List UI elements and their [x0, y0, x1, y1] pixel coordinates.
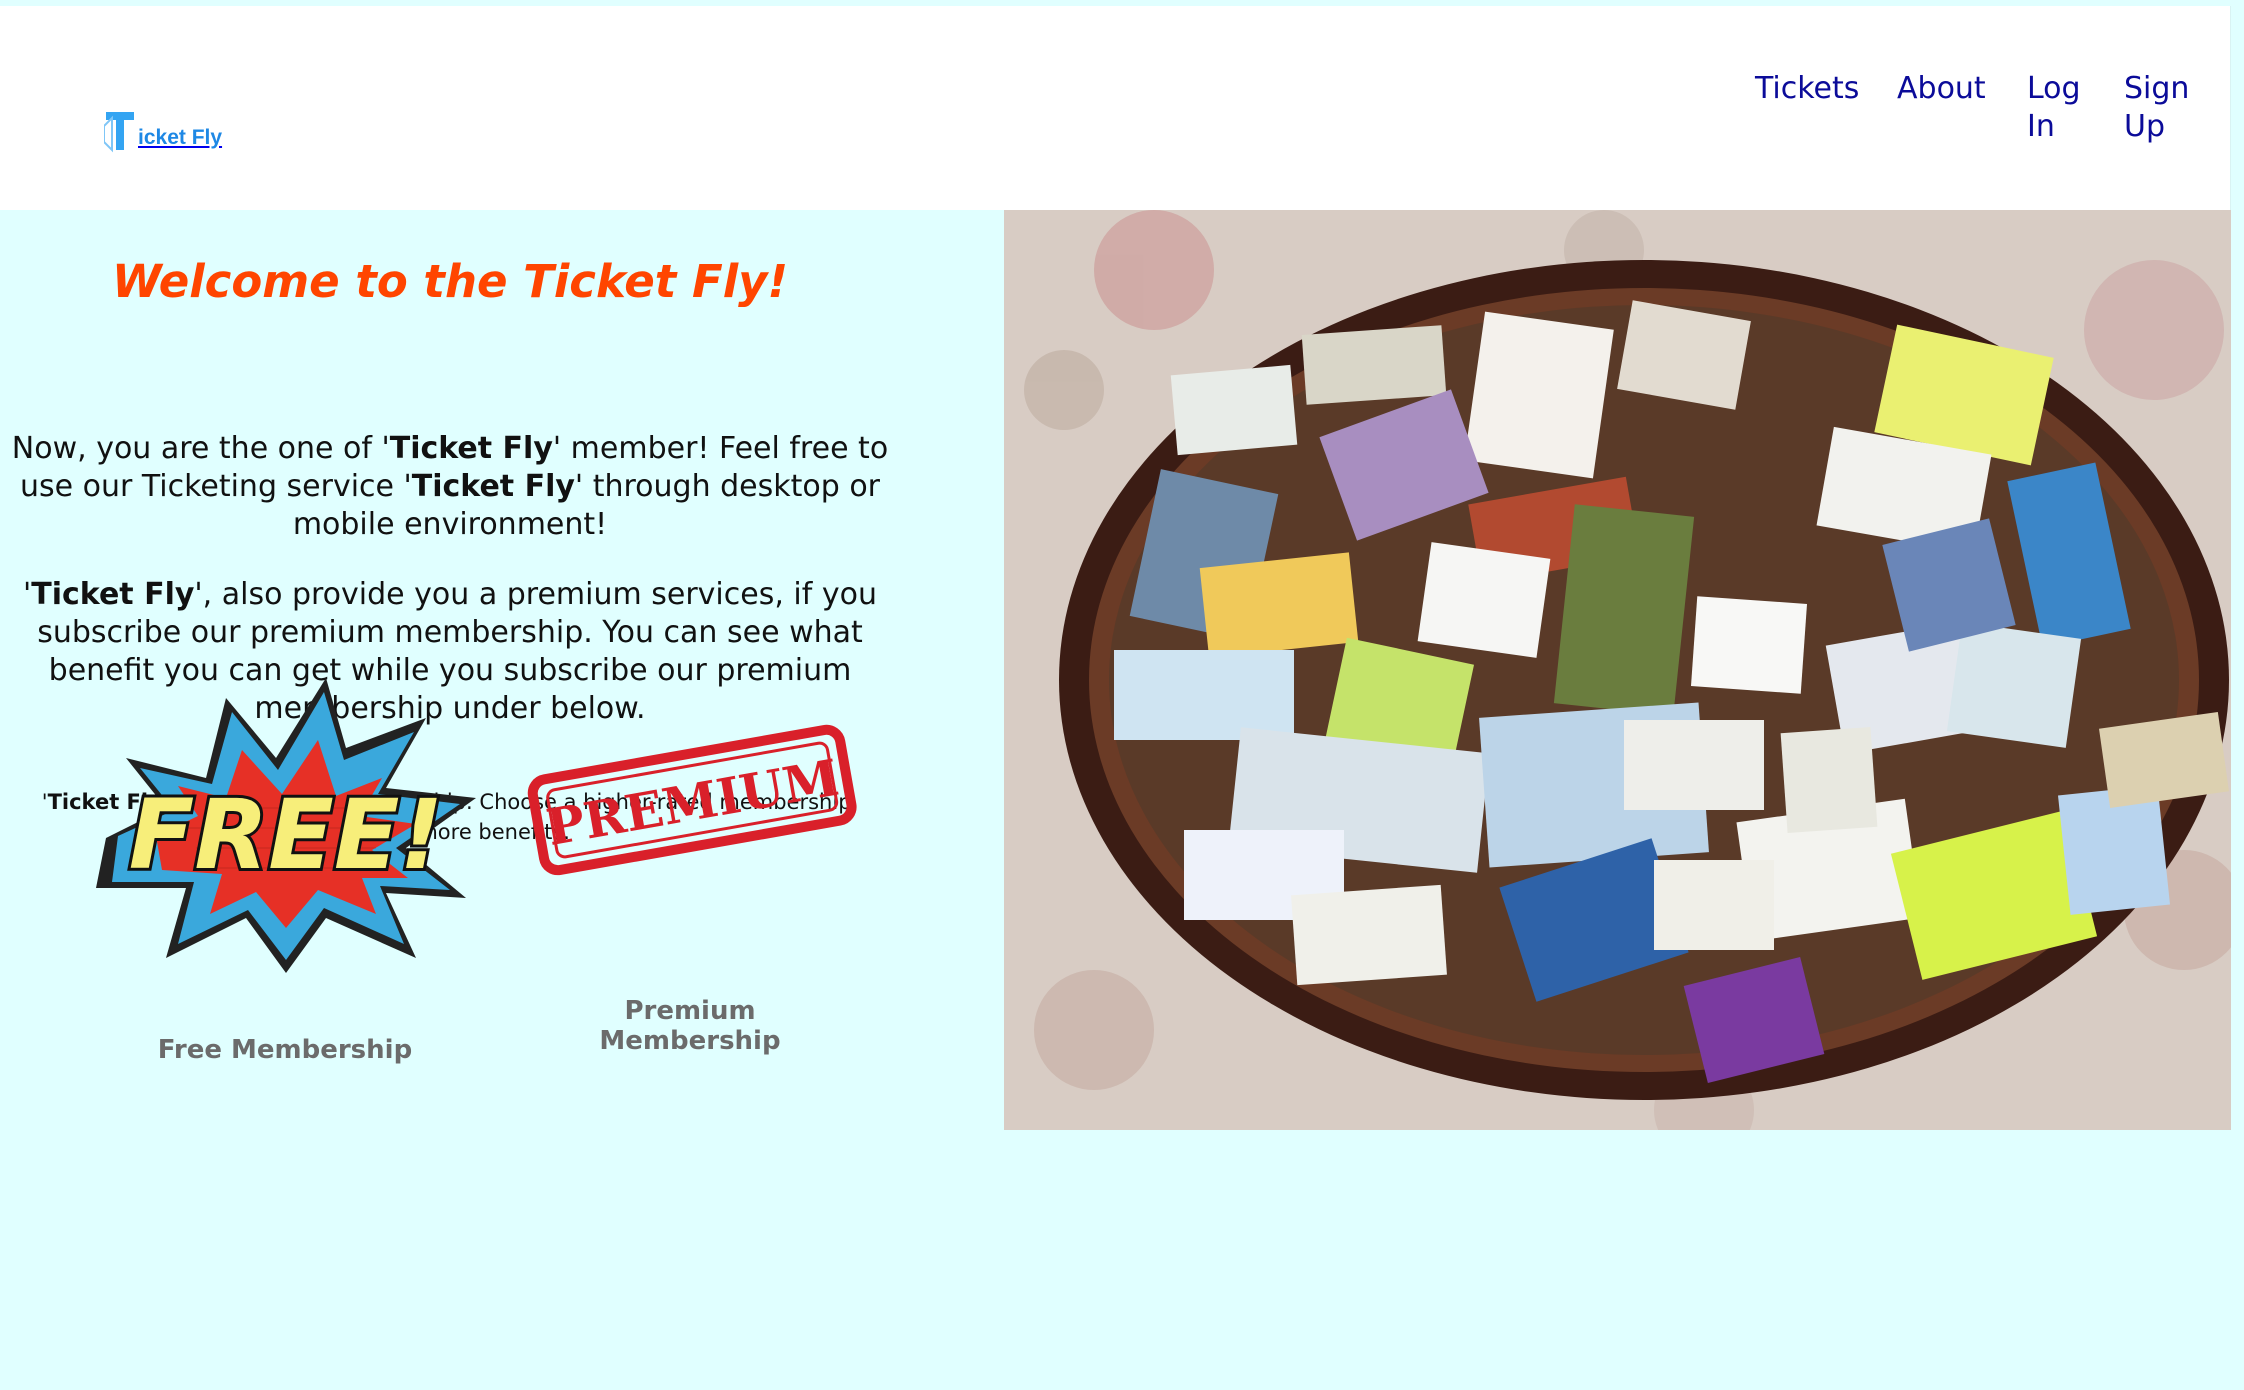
- premium-membership-caption[interactable]: Premium Membership: [540, 996, 840, 1056]
- tickets-photo: [1004, 210, 2231, 1130]
- free-membership-caption[interactable]: Free Membership: [130, 1035, 440, 1065]
- nav-about-link[interactable]: About: [1897, 70, 1986, 108]
- main-nav: Tickets About Log In Sign Up: [0, 70, 2230, 170]
- welcome-heading: Welcome to the Ticket Fly!: [111, 255, 789, 308]
- header: icket Fly Tickets About Log In Sign Up: [0, 6, 2231, 210]
- free-badge-text: FREE!: [129, 779, 443, 891]
- nav-signup-link[interactable]: Sign Up: [2124, 70, 2194, 146]
- nav-login-link[interactable]: Log In: [2027, 70, 2087, 146]
- intro-paragraph: Now, you are the one of 'Ticket Fly' mem…: [11, 431, 889, 542]
- premium-membership-badge[interactable]: PREMIUM: [524, 714, 860, 884]
- nav-tickets-link[interactable]: Tickets: [1755, 70, 1859, 108]
- free-membership-badge[interactable]: FREE!: [86, 678, 486, 978]
- page: icket Fly Tickets About Log In Sign Up W…: [0, 0, 2244, 1390]
